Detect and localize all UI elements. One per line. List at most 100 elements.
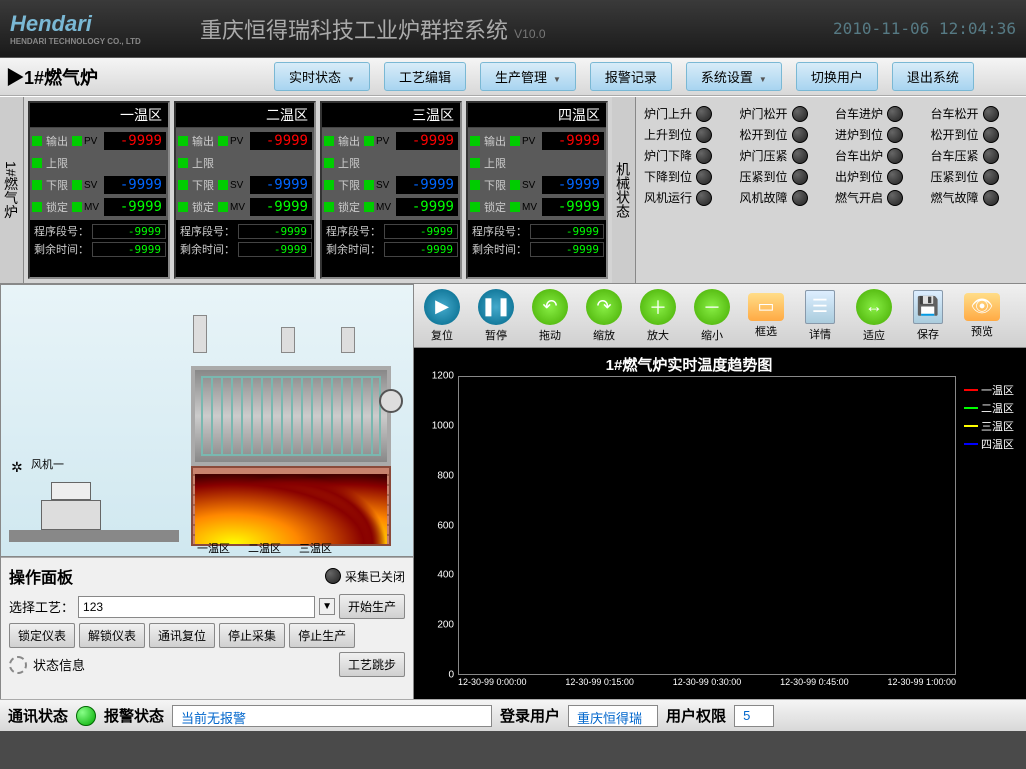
mech-status-panel: 炉门上升炉门松开台车进炉台车松开上升到位松开到位进炉到位松开到位炉门下降炉门压紧… <box>636 97 1026 283</box>
chart-toolbar: ▶复位❚❚暂停↶拖动↷缩放＋放大－缩小▭框选☰详情↔适应💾保存👁预览 <box>414 284 1026 348</box>
led-icon <box>696 190 712 206</box>
toolbar-框选[interactable]: ▭框选 <box>740 288 792 343</box>
mech-item-3: 台车松开 <box>931 105 1019 122</box>
zone-2: 三温区输出PV-9999上限下限SV-9999锁定MV-9999程序段号：-99… <box>320 101 462 279</box>
缩小-icon: － <box>694 289 730 325</box>
zone-1: 二温区输出PV-9999上限下限SV-9999锁定MV-9999程序段号：-99… <box>174 101 316 279</box>
toolbar-保存[interactable]: 💾保存 <box>902 288 954 343</box>
mech-item-13: 压紧到位 <box>740 168 828 185</box>
zone-label-1: 一温区 <box>197 540 230 556</box>
menu-3[interactable]: 报警记录 <box>590 62 672 91</box>
select-process-label: 选择工艺： <box>9 597 74 616</box>
led-icon <box>983 106 999 122</box>
led-icon <box>983 169 999 185</box>
collect-status: 采集已关闭 <box>325 568 405 585</box>
op-btn-1[interactable]: 解锁仪表 <box>79 623 145 648</box>
led-icon <box>887 148 903 164</box>
user-value: 重庆恒得瑞 <box>568 705 658 727</box>
perm-value: 5 <box>734 705 774 727</box>
mech-item-15: 压紧到位 <box>931 168 1019 185</box>
alarm-text: 当前无报警 <box>172 705 492 727</box>
user-label: 登录用户 <box>500 705 560 726</box>
fan-icon: ✲ <box>11 459 23 476</box>
led-icon <box>983 127 999 143</box>
menubar: ▶1#燃气炉 实时状态工艺编辑生产管理报警记录系统设置切换用户退出系统 <box>0 58 1026 96</box>
menu-2[interactable]: 生产管理 <box>480 62 576 91</box>
comm-status-label: 通讯状态 <box>8 705 68 726</box>
框选-icon: ▭ <box>748 293 784 321</box>
mech-item-6: 进炉到位 <box>835 126 923 143</box>
perm-label: 用户权限 <box>666 705 726 726</box>
side-label-mech: 机械状态 <box>612 97 636 283</box>
main-panel: 1#燃气炉 一温区输出PV-9999上限下限SV-9999锁定MV-9999程序… <box>0 96 1026 284</box>
拖动-icon: ↶ <box>532 289 568 325</box>
mech-item-5: 松开到位 <box>740 126 828 143</box>
适应-icon: ↔ <box>856 289 892 325</box>
toolbar-缩放[interactable]: ↷缩放 <box>578 288 630 343</box>
led-icon <box>887 190 903 206</box>
process-jump-button[interactable]: 工艺跳步 <box>339 652 405 677</box>
mech-item-16: 风机运行 <box>644 189 732 206</box>
mech-item-19: 燃气故障 <box>931 189 1019 206</box>
led-icon <box>792 106 808 122</box>
logo: Hendari HENDARI TECHNOLOGY CO., LTD <box>10 11 200 46</box>
op-btn-0[interactable]: 锁定仪表 <box>9 623 75 648</box>
mech-item-4: 上升到位 <box>644 126 732 143</box>
led-icon <box>887 106 903 122</box>
mech-item-17: 风机故障 <box>740 189 828 206</box>
led-icon <box>696 127 712 143</box>
led-icon <box>983 148 999 164</box>
mech-item-12: 下降到位 <box>644 168 732 185</box>
mech-item-18: 燃气开启 <box>835 189 923 206</box>
menu-6[interactable]: 退出系统 <box>892 62 974 91</box>
menu-4[interactable]: 系统设置 <box>686 62 782 91</box>
select-process-input[interactable] <box>78 596 315 618</box>
furnace-diagram: ✲ 风机一 一温区 二温区 三温区 操作面板 采集已关闭 选择工艺： ▼ 开始生… <box>0 284 414 699</box>
fan-label: 风机一 <box>31 456 64 472</box>
toolbar-适应[interactable]: ↔适应 <box>848 288 900 343</box>
toolbar-放大[interactable]: ＋放大 <box>632 288 684 343</box>
furnace-label: ▶1#燃气炉 <box>6 64 266 90</box>
chart-legend: 一温区二温区三温区四温区 <box>960 352 1022 695</box>
op-title: 操作面板 <box>9 564 325 588</box>
mech-item-7: 松开到位 <box>931 126 1019 143</box>
footer: 通讯状态 报警状态 当前无报警 登录用户 重庆恒得瑞 用户权限 5 <box>0 699 1026 731</box>
led-icon <box>325 568 341 584</box>
chart-title: 1#燃气炉实时温度趋势图 <box>418 352 960 377</box>
toolbar-拖动[interactable]: ↶拖动 <box>524 288 576 343</box>
暂停-icon: ❚❚ <box>478 289 514 325</box>
start-production-button[interactable]: 开始生产 <box>339 594 405 619</box>
status-info-label: 状态信息 <box>33 655 333 674</box>
chart: 1#燃气炉实时温度趋势图 020040060080010001200 12-30… <box>414 348 1026 699</box>
led-icon <box>696 148 712 164</box>
led-icon <box>792 169 808 185</box>
led-icon <box>983 190 999 206</box>
led-icon <box>887 127 903 143</box>
toolbar-详情[interactable]: ☰详情 <box>794 288 846 343</box>
toolbar-复位[interactable]: ▶复位 <box>416 288 468 343</box>
op-btn-2[interactable]: 通讯复位 <box>149 623 215 648</box>
op-btn-3[interactable]: 停止采集 <box>219 623 285 648</box>
led-icon <box>792 148 808 164</box>
menu-0[interactable]: 实时状态 <box>274 62 370 91</box>
op-btn-4[interactable]: 停止生产 <box>289 623 355 648</box>
led-icon <box>696 169 712 185</box>
app-title: 重庆恒得瑞科技工业炉群控系统 V10.0 <box>200 13 833 45</box>
led-icon <box>792 127 808 143</box>
预览-icon: 👁 <box>964 293 1000 321</box>
menu-5[interactable]: 切换用户 <box>796 62 878 91</box>
menu-1[interactable]: 工艺编辑 <box>384 62 466 91</box>
复位-icon: ▶ <box>424 289 460 325</box>
mech-item-8: 炉门下降 <box>644 147 732 164</box>
放大-icon: ＋ <box>640 289 676 325</box>
zone-0: 一温区输出PV-9999上限下限SV-9999锁定MV-9999程序段号：-99… <box>28 101 170 279</box>
toolbar-缩小[interactable]: －缩小 <box>686 288 738 343</box>
toolbar-预览[interactable]: 👁预览 <box>956 288 1008 343</box>
chart-plot[interactable] <box>458 376 956 675</box>
mech-item-9: 炉门压紧 <box>740 147 828 164</box>
led-icon <box>887 169 903 185</box>
toolbar-暂停[interactable]: ❚❚暂停 <box>470 288 522 343</box>
mech-item-0: 炉门上升 <box>644 105 732 122</box>
chart-area: ▶复位❚❚暂停↶拖动↷缩放＋放大－缩小▭框选☰详情↔适应💾保存👁预览 1#燃气炉… <box>414 284 1026 699</box>
led-icon <box>792 190 808 206</box>
